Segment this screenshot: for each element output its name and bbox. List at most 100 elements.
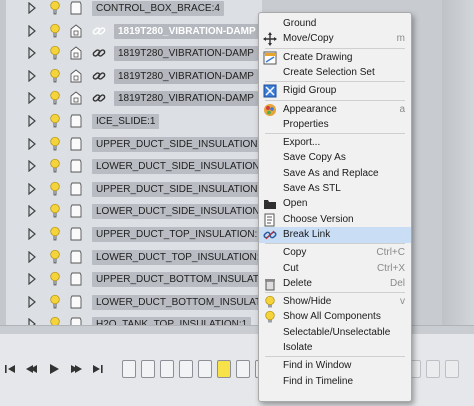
timeline-feature-icon[interactable] bbox=[160, 360, 174, 378]
expand-arrow-icon[interactable] bbox=[28, 69, 36, 82]
expand-arrow-icon[interactable] bbox=[28, 47, 36, 60]
menu-item-show-hide[interactable]: Show/Hide v bbox=[259, 294, 411, 310]
expand-arrow-icon[interactable] bbox=[28, 250, 36, 263]
go-to-end-icon[interactable] bbox=[92, 363, 104, 375]
menu-item-find-in-window[interactable]: Find in Window bbox=[259, 358, 411, 374]
menu-item-create-drawing[interactable]: Create Drawing bbox=[259, 50, 411, 66]
browser-row-label[interactable]: ICE_SLIDE:1 bbox=[92, 114, 160, 129]
expand-arrow-icon[interactable] bbox=[28, 205, 36, 218]
browser-row[interactable]: CONTROL_BOX_BRACE:4 bbox=[0, 0, 262, 19]
timeline-feature-icon[interactable] bbox=[179, 360, 193, 378]
menu-item-find-in-timeline[interactable]: Find in Timeline bbox=[259, 374, 411, 390]
browser-row-label[interactable]: LOWER_DUCT_BOTTOM_INSULATIO bbox=[92, 294, 276, 310]
browser-row-label[interactable]: 1819T280_VIBRATION-DAMP bbox=[114, 46, 258, 62]
browser-row[interactable]: 1819T280_VIBRATION-DAMP bbox=[0, 65, 262, 87]
expand-arrow-icon[interactable] bbox=[28, 2, 36, 14]
browser-row[interactable]: LOWER_DUCT_SIDE_INSULATION:2 bbox=[0, 200, 273, 222]
browser-row-label[interactable]: 1819T280_VIBRATION-DAMP bbox=[114, 23, 260, 39]
browser-row-label[interactable]: UPPER_DUCT_BOTTOM_INSULATIO bbox=[92, 272, 274, 288]
lightbulb-icon[interactable] bbox=[50, 0, 60, 16]
menu-item-show-all-components[interactable]: Show All Components bbox=[259, 309, 411, 325]
lightbulb-icon[interactable] bbox=[50, 271, 60, 287]
expand-arrow-icon[interactable] bbox=[28, 137, 36, 150]
browser-row[interactable]: UPPER_DUCT_SIDE_INSULATION:2 bbox=[0, 178, 270, 200]
expand-arrow-icon[interactable] bbox=[28, 115, 36, 127]
lightbulb-icon[interactable] bbox=[50, 294, 60, 310]
timeline-feature-icon[interactable] bbox=[217, 360, 231, 378]
menu-item-save-as-stl[interactable]: Save As STL bbox=[259, 181, 411, 197]
menu-item-rigid-group[interactable]: Rigid Group bbox=[259, 83, 411, 99]
timeline-feature-icon[interactable] bbox=[141, 360, 155, 378]
lightbulb-icon[interactable] bbox=[50, 226, 60, 242]
timeline-feature-icon[interactable] bbox=[122, 360, 136, 378]
browser-row-label[interactable]: UPPER_DUCT_SIDE_INSULATION:2 bbox=[92, 181, 270, 197]
browser-row[interactable]: ICE_SLIDE:1 bbox=[0, 110, 262, 132]
browser-row-label[interactable]: LOWER_DUCT_SIDE_INSULATION:2 bbox=[92, 204, 273, 220]
lightbulb-icon[interactable] bbox=[50, 158, 60, 174]
lightbulb-icon[interactable] bbox=[50, 45, 60, 61]
menu-item-delete[interactable]: Delete Del bbox=[259, 276, 411, 292]
menu-item-save-copy-as[interactable]: Save Copy As bbox=[259, 150, 411, 166]
browser-row[interactable]: 1819T280_VIBRATION-DAMP bbox=[0, 87, 262, 109]
expand-arrow-icon[interactable] bbox=[28, 318, 36, 325]
browser-row-label[interactable]: H2O_TANK_TOP_INSULATION:1 bbox=[92, 317, 252, 325]
menu-item-create-selection-set[interactable]: Create Selection Set bbox=[259, 65, 411, 81]
menu-item-move-copy[interactable]: Move/Copy m bbox=[259, 31, 411, 47]
browser-row[interactable]: UPPER_DUCT_BOTTOM_INSULATIO bbox=[0, 268, 274, 290]
menu-item-copy[interactable]: Copy Ctrl+C bbox=[259, 245, 411, 261]
browser-row-label[interactable]: 1819T280_VIBRATION-DAMP bbox=[114, 91, 258, 107]
menu-item-open[interactable]: Open bbox=[259, 196, 411, 212]
expand-arrow-icon[interactable] bbox=[28, 273, 36, 286]
timeline-feature-icon[interactable] bbox=[236, 360, 250, 378]
lightbulb-icon[interactable] bbox=[50, 181, 60, 197]
menu-item-cut[interactable]: Cut Ctrl+X bbox=[259, 261, 411, 277]
menu-item-export[interactable]: Export... bbox=[259, 135, 411, 151]
timeline-feature-icon[interactable] bbox=[445, 360, 459, 378]
lightbulb-icon[interactable] bbox=[50, 113, 60, 129]
menu-item-choose-version[interactable]: Choose Version bbox=[259, 212, 411, 228]
browser-row-label[interactable]: LOWER_DUCT_TOP_INSULATION:1 bbox=[92, 249, 270, 265]
browser-row[interactable]: LOWER_DUCT_SIDE_INSULATION:1 bbox=[0, 155, 273, 177]
lightbulb-icon[interactable] bbox=[50, 90, 60, 106]
browser-row-label[interactable]: UPPER_DUCT_TOP_INSULATION:1 bbox=[92, 227, 267, 242]
expand-arrow-icon[interactable] bbox=[28, 24, 36, 37]
expand-arrow-icon[interactable] bbox=[28, 228, 36, 240]
rigid-group-icon bbox=[263, 84, 277, 98]
lightbulb-icon[interactable] bbox=[50, 23, 60, 39]
browser-row-label[interactable]: LOWER_DUCT_SIDE_INSULATION:1 bbox=[92, 159, 273, 175]
menu-item-appearance[interactable]: Appearance a bbox=[259, 102, 411, 118]
browser-row[interactable]: 1819T280_VIBRATION-DAMP bbox=[0, 20, 262, 42]
step-forward-icon[interactable] bbox=[70, 363, 82, 375]
step-back-icon[interactable] bbox=[26, 363, 38, 375]
browser-row[interactable]: H2O_TANK_TOP_INSULATION:1 bbox=[0, 313, 262, 325]
browser-row-label[interactable]: 1819T280_VIBRATION-DAMP bbox=[114, 68, 258, 84]
drawing-icon bbox=[263, 51, 277, 65]
expand-arrow-icon[interactable] bbox=[28, 92, 36, 105]
browser-row[interactable]: UPPER_DUCT_SIDE_INSULATION:1 bbox=[0, 133, 270, 155]
expand-arrow-icon[interactable] bbox=[28, 160, 36, 173]
go-to-start-icon[interactable] bbox=[4, 363, 16, 375]
lightbulb-icon[interactable] bbox=[50, 249, 60, 265]
lightbulb-icon[interactable] bbox=[50, 203, 60, 219]
body-icon bbox=[70, 182, 82, 196]
menu-item-ground[interactable]: Ground bbox=[259, 16, 411, 32]
expand-arrow-icon[interactable] bbox=[28, 182, 36, 195]
lightbulb-icon[interactable] bbox=[50, 68, 60, 84]
menu-item-break-link[interactable]: Break Link bbox=[259, 226, 411, 243]
browser-row-label[interactable]: CONTROL_BOX_BRACE:4 bbox=[92, 1, 224, 16]
browser-row[interactable]: 1819T280_VIBRATION-DAMP bbox=[0, 42, 262, 64]
lightbulb-icon[interactable] bbox=[50, 316, 60, 325]
lightbulb-icon[interactable] bbox=[50, 136, 60, 152]
browser-row[interactable]: UPPER_DUCT_TOP_INSULATION:1 bbox=[0, 223, 267, 245]
menu-item-properties[interactable]: Properties bbox=[259, 117, 411, 133]
browser-row-label[interactable]: UPPER_DUCT_SIDE_INSULATION:1 bbox=[92, 136, 270, 152]
timeline-feature-icon[interactable] bbox=[198, 360, 212, 378]
play-icon[interactable] bbox=[48, 363, 60, 375]
menu-item-isolate[interactable]: Isolate bbox=[259, 340, 411, 356]
browser-row[interactable]: LOWER_DUCT_BOTTOM_INSULATIO bbox=[0, 291, 276, 313]
menu-item-save-as-and-replace[interactable]: Save As and Replace bbox=[259, 166, 411, 182]
browser-row[interactable]: LOWER_DUCT_TOP_INSULATION:1 bbox=[0, 246, 270, 268]
expand-arrow-icon[interactable] bbox=[28, 295, 36, 308]
menu-item-selectable-unselectable[interactable]: Selectable/Unselectable bbox=[259, 325, 411, 341]
timeline-feature-icon[interactable] bbox=[426, 360, 440, 378]
